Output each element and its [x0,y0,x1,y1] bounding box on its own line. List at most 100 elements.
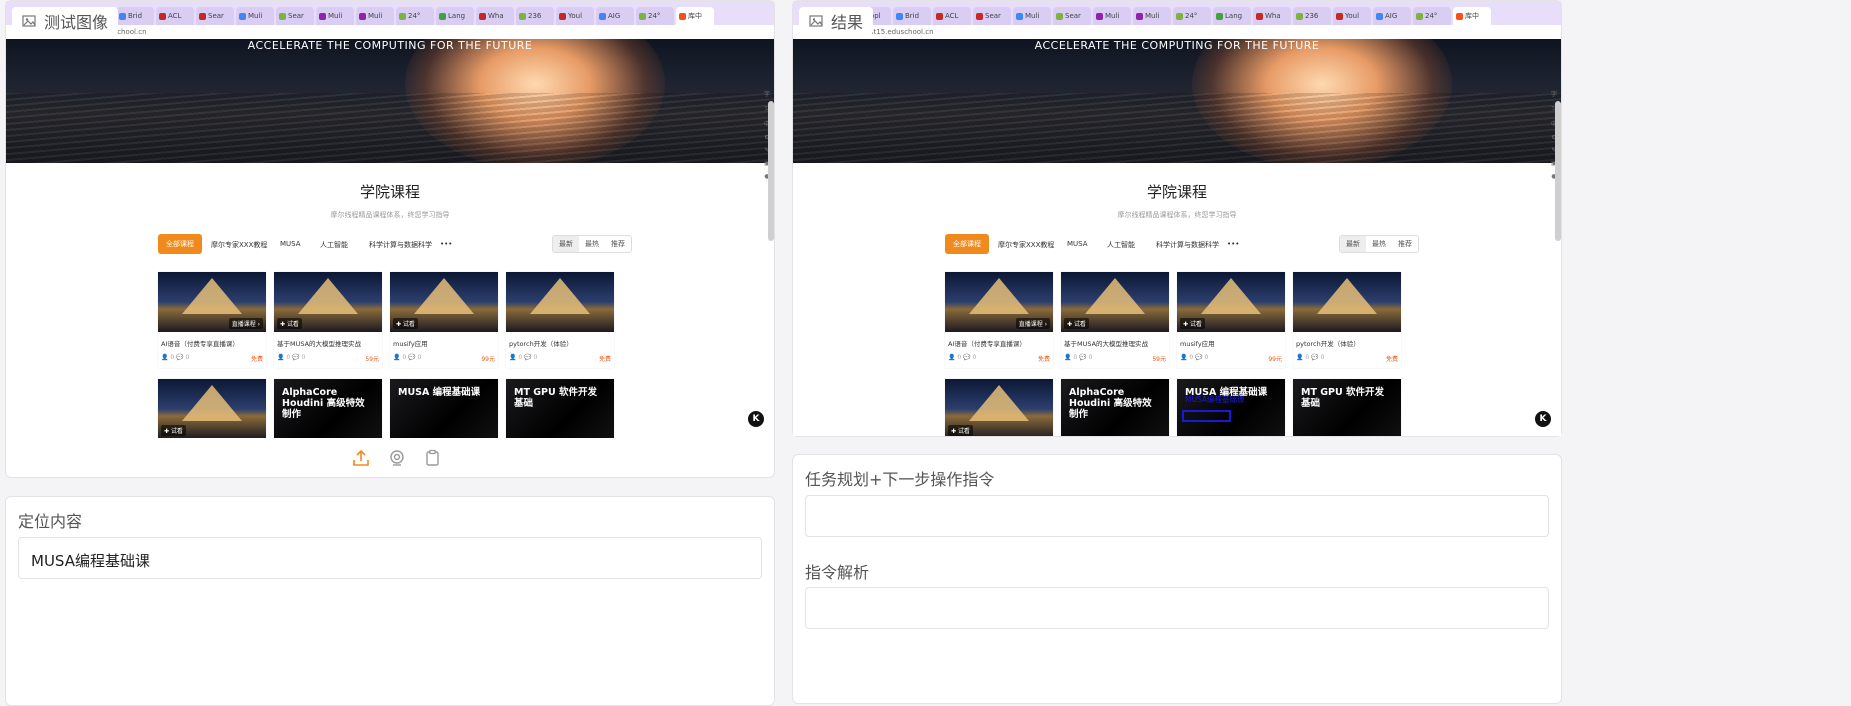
scrollbar[interactable] [1555,101,1561,241]
browser-tab[interactable]: Sear [1053,7,1091,25]
browser-tab[interactable]: Youl [556,7,594,25]
sort-option[interactable]: 最热 [579,236,605,252]
browser-tab[interactable]: 库中 [1453,7,1491,25]
browser-tab[interactable]: 236 [516,7,554,25]
browser-tab[interactable]: Muli [356,7,394,25]
course-thumbnail[interactable]: MUSA 编程基础课 [390,379,498,438]
browser-tab[interactable]: Sear [276,7,314,25]
pyramid-image [182,385,242,421]
course-card[interactable]: ✚ 试看大模型基础原理（含分部开课）👤 0 💬 099元 [945,379,1053,436]
course-card[interactable]: MT GPU 软件开发 基础MT GPU软件开发基础👤 1 💬 0免费 [1293,379,1401,436]
course-title[interactable]: musify应用 [1180,338,1282,348]
browser-tab[interactable]: AIG [596,7,634,25]
browser-tab[interactable]: AIG [1373,7,1411,25]
course-thumbnail[interactable]: ✚ 试看 [1177,272,1285,332]
tab-favicon-icon [1016,12,1023,20]
course-card[interactable]: pytorch开发（体验） 👤 0 💬 0 免费 [1293,272,1401,368]
browser-tab[interactable]: Lang [436,7,474,25]
course-card[interactable]: ✚ 试看 基于MUSA的大模型推理实战 👤 0 💬 0 59元 [1061,272,1169,368]
webcam-icon[interactable] [388,449,406,467]
sort-option[interactable]: 最新 [553,236,579,252]
course-card[interactable]: MUSA 编程基础课MUSA编程基础课👤 2 💬 0免费 [390,379,498,438]
scrollbar[interactable] [768,101,774,241]
course-thumbnail[interactable]: 直播课程 › [158,272,266,332]
course-thumbnail[interactable]: MT GPU 软件开发 基础 [1293,379,1401,436]
filter-tab[interactable]: 全部课程 [945,234,989,254]
browser-tab[interactable]: Brid [116,7,154,25]
chat-fab[interactable]: K [1535,411,1551,427]
sort-option[interactable]: 最新 [1340,236,1366,252]
course-title[interactable]: AI语音（付费专享直播课） [948,338,1050,348]
browser-tab[interactable]: Youl [1333,7,1371,25]
course-title[interactable]: pytorch开发（体验） [1296,338,1398,348]
course-card[interactable]: AlphaCore Houdini 高级特效制作AlphaCore Houdin… [1061,379,1169,436]
browser-tab[interactable]: Muli [1013,7,1051,25]
browser-tab[interactable]: 24° [636,7,674,25]
parse-field[interactable] [805,587,1549,629]
course-card[interactable]: MT GPU 软件开发 基础MT GPU软件开发基础👤 1 💬 0免费 [506,379,614,438]
course-thumbnail[interactable]: AlphaCore Houdini 高级特效制作 [1061,379,1169,436]
browser-tab[interactable]: Muli [316,7,354,25]
course-thumbnail[interactable]: ✚ 试看 [945,379,1053,436]
browser-tab[interactable]: 24° [396,7,434,25]
course-title[interactable]: 基于MUSA的大模型推理实战 [277,338,379,348]
browser-tab[interactable]: ACL [156,7,194,25]
course-title[interactable]: 基于MUSA的大模型推理实战 [1064,338,1166,348]
course-title[interactable]: musify应用 [393,338,495,348]
course-thumbnail[interactable]: MT GPU 软件开发 基础 [506,379,614,438]
filter-tab[interactable]: 人工智能 [320,240,348,250]
course-thumbnail[interactable]: ✚ 试看 [390,272,498,332]
course-card[interactable]: 直播课程 › AI语音（付费专享直播课） 👤 0 💬 0 免费 [158,272,266,368]
sort-option[interactable]: 推荐 [605,236,631,252]
browser-tab[interactable]: Wha [476,7,514,25]
filter-tab[interactable]: 全部课程 [158,234,202,254]
course-card[interactable]: 直播课程 › AI语音（付费专享直播课） 👤 0 💬 0 免费 [945,272,1053,368]
browser-tab[interactable]: Brid [893,7,931,25]
browser-tab[interactable]: Sear [973,7,1011,25]
browser-tab[interactable]: 库中 [676,7,714,25]
course-thumbnail[interactable]: MUSA 编程基础课 [1177,379,1285,436]
sort-option[interactable]: 推荐 [1392,236,1418,252]
course-thumbnail[interactable] [1293,272,1401,332]
course-thumbnail[interactable]: 直播课程 › [945,272,1053,332]
browser-tab[interactable]: Muli [236,7,274,25]
course-card[interactable]: ✚ 试看大模型基础原理（含分部开课）👤 0 💬 099元 [158,379,266,438]
browser-tab[interactable]: Wha [1253,7,1291,25]
filter-tab[interactable]: ••• [1227,240,1239,248]
filter-tab[interactable]: ••• [440,240,452,248]
course-card[interactable]: ✚ 试看 基于MUSA的大模型推理实战 👤 0 💬 0 59元 [274,272,382,368]
upload-icon[interactable] [352,449,370,467]
plan-field[interactable] [805,495,1549,537]
filter-tab[interactable]: 人工智能 [1107,240,1135,250]
filter-tab[interactable]: MUSA [280,240,301,248]
course-thumbnail[interactable]: ✚ 试看 [274,272,382,332]
course-card[interactable]: MUSA 编程基础课MUSA编程基础课👤 2 💬 0免费 [1177,379,1285,436]
browser-tab[interactable]: Muli [1093,7,1131,25]
filter-tab[interactable]: 科学计算与数据科学 [369,240,432,250]
browser-tab[interactable]: Lang [1213,7,1251,25]
browser-tab[interactable]: 236 [1293,7,1331,25]
course-title[interactable]: pytorch开发（体验） [509,338,611,348]
filter-tab[interactable]: 摩尔专家XXX教程 [211,240,267,250]
filter-tab[interactable]: 摩尔专家XXX教程 [998,240,1054,250]
browser-tab[interactable]: 24° [1173,7,1211,25]
browser-tab[interactable]: Sear [196,7,234,25]
filter-tab[interactable]: MUSA [1067,240,1088,248]
course-thumbnail[interactable]: ✚ 试看 [1061,272,1169,332]
course-thumbnail[interactable]: ✚ 试看 [158,379,266,438]
course-card[interactable]: ✚ 试看 musify应用 👤 0 💬 0 99元 [390,272,498,368]
chat-fab[interactable]: K [748,411,764,427]
course-card[interactable]: AlphaCore Houdini 高级特效制作AlphaCore Houdin… [274,379,382,438]
course-thumbnail[interactable]: AlphaCore Houdini 高级特效制作 [274,379,382,438]
browser-tab[interactable]: ACL [933,7,971,25]
filter-tab[interactable]: 科学计算与数据科学 [1156,240,1219,250]
clipboard-icon[interactable] [424,449,442,467]
localize-field[interactable]: MUSA编程基础课 [18,537,762,579]
course-card[interactable]: ✚ 试看 musify应用 👤 0 💬 0 99元 [1177,272,1285,368]
course-thumbnail[interactable] [506,272,614,332]
course-card[interactable]: pytorch开发（体验） 👤 0 💬 0 免费 [506,272,614,368]
browser-tab[interactable]: 24° [1413,7,1451,25]
sort-option[interactable]: 最热 [1366,236,1392,252]
browser-tab[interactable]: Muli [1133,7,1171,25]
course-title[interactable]: AI语音（付费专享直播课） [161,338,263,348]
